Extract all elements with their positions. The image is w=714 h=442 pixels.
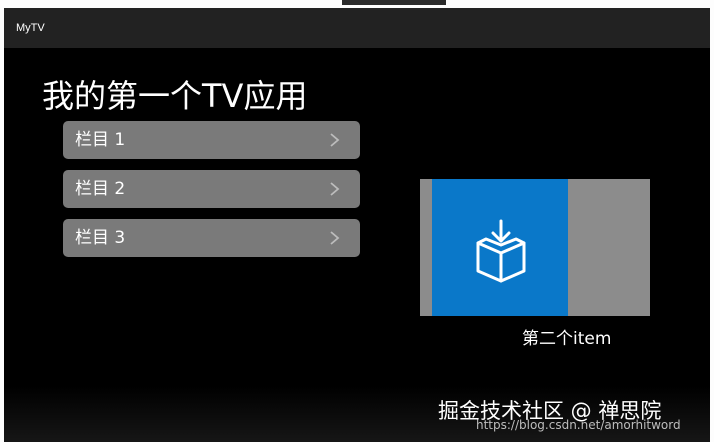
page-title: 我的第一个TV应用 xyxy=(42,77,308,115)
menu-item-2[interactable]: 栏目 2 xyxy=(63,170,360,208)
window-top-notch xyxy=(342,0,446,5)
card-caption: 第二个item xyxy=(522,329,612,349)
menu-item-3[interactable]: 栏目 3 xyxy=(63,219,360,257)
chevron-right-icon xyxy=(330,133,340,147)
tv-screen: MyTV 我的第一个TV应用 栏目 1 栏目 2 栏目 3 第二个item 掘金… xyxy=(4,8,710,442)
chevron-right-icon xyxy=(330,182,340,196)
media-card[interactable] xyxy=(420,179,650,316)
action-bar: MyTV xyxy=(4,8,710,48)
card-image xyxy=(432,179,568,316)
chevron-right-icon xyxy=(330,231,340,245)
menu-item-label: 栏目 3 xyxy=(75,228,126,248)
box-download-icon xyxy=(476,219,526,283)
watermark-url: https://blog.csdn.net/amorhitword xyxy=(476,418,681,432)
menu-item-1[interactable]: 栏目 1 xyxy=(63,121,360,159)
app-title: MyTV xyxy=(16,22,45,34)
menu-item-label: 栏目 2 xyxy=(75,179,126,199)
menu-item-label: 栏目 1 xyxy=(75,130,126,150)
